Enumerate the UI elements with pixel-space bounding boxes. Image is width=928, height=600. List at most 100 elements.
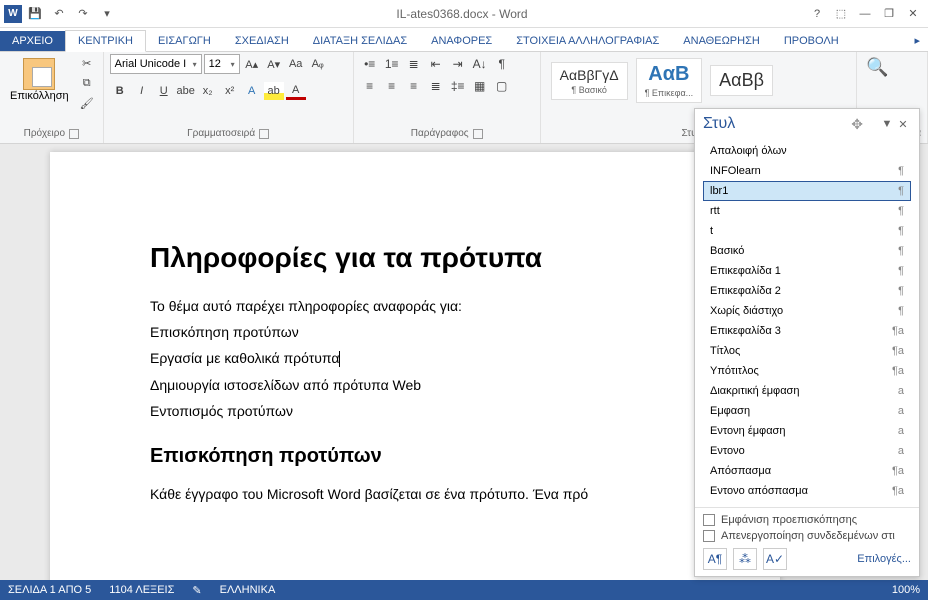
style-gallery-item[interactable]: ΑαΒβΓγΔ ¶ Βασικό [551, 62, 628, 100]
tab-insert[interactable]: ΕΙΣΑΓΩΓΗ [146, 31, 223, 51]
underline-button[interactable]: U [154, 82, 174, 100]
doc-paragraph[interactable]: Εντοπισμός προτύπων [150, 403, 680, 419]
tab-file[interactable]: ΑΡΧΕΙΟ [0, 31, 65, 51]
change-case-icon[interactable]: Aa [286, 55, 306, 73]
move-handle-icon[interactable]: ✥ [851, 116, 863, 133]
paste-button[interactable]: Επικόλληση [6, 54, 73, 106]
font-dialog-launcher[interactable] [259, 129, 269, 139]
increase-indent-icon[interactable]: ⇥ [448, 54, 468, 74]
text-effects-icon[interactable]: A [242, 82, 262, 100]
superscript-button[interactable]: x² [220, 82, 240, 100]
highlight-icon[interactable]: ab [264, 82, 284, 100]
status-page[interactable]: ΣΕΛΙΔΑ 1 ΑΠΟ 5 [8, 584, 91, 596]
find-icon[interactable]: 🔍 [867, 58, 887, 76]
word-app-icon[interactable]: W [4, 5, 22, 23]
cut-icon[interactable]: ✂ [77, 54, 97, 72]
justify-icon[interactable]: ≣ [426, 76, 446, 96]
decrease-indent-icon[interactable]: ⇤ [426, 54, 446, 74]
redo-icon[interactable]: ↷ [72, 3, 94, 25]
pane-dropdown-icon[interactable]: ▼ [879, 116, 895, 132]
style-list-item[interactable]: lbr1¶ [703, 181, 911, 201]
new-style-button[interactable]: A¶ [703, 548, 727, 570]
clipboard-dialog-launcher[interactable] [69, 129, 79, 139]
pane-close-icon[interactable]: ✕ [895, 116, 911, 132]
bold-button[interactable]: B [110, 82, 130, 100]
bullets-icon[interactable]: •≡ [360, 54, 380, 74]
style-gallery-item[interactable]: ΑαΒβ [710, 65, 773, 96]
font-size-combo[interactable]: 12▾ [204, 54, 240, 74]
tab-layout[interactable]: ΔΙΑΤΑΞΗ ΣΕΛΙΔΑΣ [301, 31, 419, 51]
numbering-icon[interactable]: 1≡ [382, 54, 402, 74]
tab-review[interactable]: ΑΝΑΘΕΩΡΗΣΗ [671, 31, 772, 51]
style-list-item[interactable]: INFOlearn¶ [703, 161, 911, 181]
line-spacing-icon[interactable]: ‡≡ [448, 76, 468, 96]
undo-icon[interactable]: ↶ [48, 3, 70, 25]
status-language[interactable]: ΕΛΛΗΝΙΚΑ [220, 584, 276, 596]
style-list-item[interactable]: rtt¶ [703, 201, 911, 221]
style-list-item[interactable]: Επικεφαλίδα 2¶ [703, 281, 911, 301]
borders-icon[interactable]: ▢ [492, 76, 512, 96]
style-list-item[interactable]: Διακριτική έμφασηa [703, 381, 911, 401]
tab-design[interactable]: ΣΧΕΔΙΑΣΗ [223, 31, 301, 51]
font-color-icon[interactable]: A [286, 82, 306, 100]
close-icon[interactable]: ✕ [902, 3, 924, 25]
doc-heading-1[interactable]: Πληροφορίες για τα πρότυπα [150, 242, 680, 274]
align-left-icon[interactable]: ≡ [360, 76, 380, 96]
align-right-icon[interactable]: ≡ [404, 76, 424, 96]
doc-heading-2[interactable]: Επισκόπηση προτύπων [150, 445, 680, 468]
style-list-item[interactable]: Εντονη έμφασηa [703, 421, 911, 441]
shading-icon[interactable]: ▦ [470, 76, 490, 96]
style-list-item[interactable]: Επικεφαλίδα 1¶ [703, 261, 911, 281]
style-list-item[interactable]: Βασικό¶ [703, 241, 911, 261]
style-list-item[interactable]: Απόσπασμα¶a [703, 461, 911, 481]
tab-view[interactable]: ΠΡΟΒΟΛΗ [772, 31, 851, 51]
style-list-item[interactable]: Επικεφαλίδα 3¶a [703, 321, 911, 341]
italic-button[interactable]: I [132, 82, 152, 100]
minimize-icon[interactable]: — [854, 3, 876, 25]
tab-mailings[interactable]: ΣΤΟΙΧΕΙΑ ΑΛΛΗΛΟΓΡΑΦΙΑΣ [504, 31, 671, 51]
qat-customize-icon[interactable]: ▾ [96, 3, 118, 25]
strikethrough-button[interactable]: abe [176, 82, 196, 100]
doc-paragraph[interactable]: Το θέμα αυτό παρέχει πληροφορίες αναφορά… [150, 298, 680, 314]
tab-home[interactable]: ΚΕΝΤΡΙΚΗ [65, 30, 146, 52]
doc-paragraph[interactable]: Κάθε έγγραφο του Microsoft Word βασίζετα… [150, 486, 680, 502]
styles-gallery[interactable]: ΑαΒβΓγΔ ¶ Βασικό ΑαΒ ¶ Επικεφα... ΑαΒβ [547, 54, 777, 107]
restore-icon[interactable]: ❐ [878, 3, 900, 25]
doc-paragraph[interactable]: Εργασία με καθολικά πρότυπα [150, 350, 680, 367]
status-proofing-icon[interactable]: ✎ [192, 584, 201, 597]
subscript-button[interactable]: x₂ [198, 82, 218, 100]
sort-icon[interactable]: A↓ [470, 54, 490, 74]
style-gallery-item[interactable]: ΑαΒ ¶ Επικεφα... [636, 58, 703, 103]
align-center-icon[interactable]: ≡ [382, 76, 402, 96]
save-icon[interactable]: 💾 [24, 3, 46, 25]
page[interactable]: Πληροφορίες για τα πρότυπα Το θέμα αυτό … [50, 152, 780, 580]
style-list-item[interactable]: Εντονοa [703, 441, 911, 461]
ribbon-caret-icon[interactable]: ▸ [906, 30, 928, 51]
show-marks-icon[interactable]: ¶ [492, 54, 512, 74]
paragraph-dialog-launcher[interactable] [473, 129, 483, 139]
tab-references[interactable]: ΑΝΑΦΟΡΕΣ [419, 31, 504, 51]
font-name-combo[interactable]: Arial Unicode I▾ [110, 54, 202, 74]
styles-options-link[interactable]: Επιλογές... [857, 553, 911, 565]
show-preview-checkbox[interactable]: Εμφάνιση προεπισκόπησης [703, 514, 911, 526]
status-zoom[interactable]: 100% [892, 584, 920, 596]
copy-icon[interactable]: ⧉ [77, 74, 97, 92]
doc-paragraph[interactable]: Επισκόπηση προτύπων [150, 324, 680, 340]
status-word-count[interactable]: 1104 ΛΕΞΕΙΣ [109, 584, 174, 596]
style-inspector-button[interactable]: ⁂ [733, 548, 757, 570]
manage-styles-button[interactable]: A✓ [763, 548, 787, 570]
grow-font-icon[interactable]: A▴ [242, 55, 262, 73]
help-icon[interactable]: ? [806, 3, 828, 25]
style-list-item[interactable]: Τίτλος¶a [703, 341, 911, 361]
format-painter-icon[interactable]: 🖌 [77, 94, 97, 112]
style-list-item[interactable]: t¶ [703, 221, 911, 241]
disable-linked-checkbox[interactable]: Απενεργοποίηση συνδεδεμένων στι [703, 530, 911, 542]
ribbon-display-icon[interactable]: ⬚ [830, 3, 852, 25]
style-list-item[interactable]: Υπότιτλος¶a [703, 361, 911, 381]
style-list-item[interactable]: Εμφασηa [703, 401, 911, 421]
style-list-item[interactable]: Χωρίς διάστιχο¶ [703, 301, 911, 321]
shrink-font-icon[interactable]: A▾ [264, 55, 284, 73]
style-list-item[interactable]: Απαλοιφή όλων [703, 141, 911, 161]
clear-format-icon[interactable]: Aᵩ [308, 55, 328, 73]
style-list-item[interactable]: Εντονο απόσπασμα¶a [703, 481, 911, 501]
